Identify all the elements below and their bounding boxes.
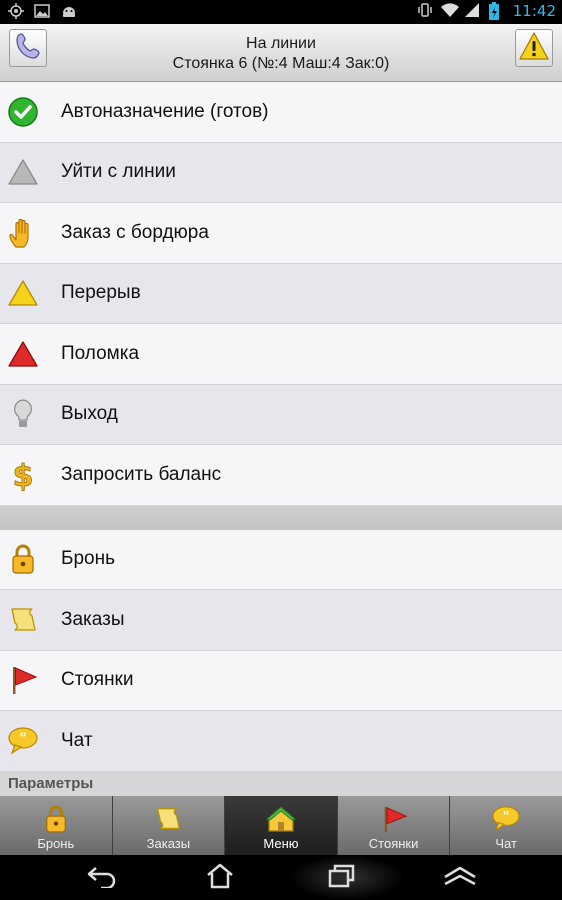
menu-item-label: Перерыв bbox=[61, 282, 141, 304]
menu-item-label: Автоназначение (готов) bbox=[61, 100, 269, 122]
gray-triangle-icon bbox=[6, 155, 40, 189]
tab-chat[interactable]: " Чат bbox=[450, 796, 562, 855]
home-icon bbox=[265, 804, 296, 834]
bottom-tab-bar: Бронь Заказы Меню Стоянки " Чат bbox=[0, 796, 562, 855]
menu-item-label: Заказ с бордюра bbox=[61, 221, 209, 243]
vibrate-icon bbox=[417, 2, 435, 20]
yellow-triangle-icon bbox=[6, 276, 40, 310]
menu-icon bbox=[443, 865, 477, 891]
tab-reservation[interactable]: Бронь bbox=[0, 796, 113, 855]
menu-item-leave-line[interactable]: Уйти с линии bbox=[0, 142, 562, 203]
image-icon bbox=[34, 3, 52, 21]
location-icon bbox=[8, 3, 26, 21]
android-icon bbox=[60, 3, 78, 21]
menu-item-reservation[interactable]: Бронь bbox=[0, 529, 562, 590]
menu-item-auto-assign[interactable]: Автоназначение (готов) bbox=[0, 82, 562, 143]
svg-text:$: $ bbox=[13, 459, 34, 492]
menu-item-label: Запросить баланс bbox=[61, 463, 222, 485]
checkmark-icon bbox=[6, 95, 40, 129]
menu-button[interactable] bbox=[440, 863, 480, 893]
parking-info: Стоянка 6 (№:4 Маш:4 Зак:0) bbox=[172, 55, 390, 72]
flag-icon bbox=[379, 804, 409, 834]
menu-item-street-order[interactable]: Заказ с бордюра bbox=[0, 203, 562, 264]
back-icon bbox=[86, 864, 118, 892]
system-nav-bar bbox=[0, 855, 562, 900]
tab-label: Бронь bbox=[37, 836, 75, 851]
parameters-header[interactable]: Параметры bbox=[0, 772, 562, 796]
dollar-icon: $ bbox=[6, 458, 40, 492]
tab-parkings[interactable]: Стоянки bbox=[337, 796, 451, 855]
menu-item-chat[interactable]: " Чат bbox=[0, 711, 562, 772]
lock-icon bbox=[6, 542, 40, 576]
flag-icon bbox=[6, 663, 40, 697]
tab-menu[interactable]: Меню bbox=[225, 796, 338, 855]
signal-icon bbox=[464, 2, 483, 20]
parameters-label: Параметры bbox=[8, 775, 94, 792]
clock: 11:42 bbox=[512, 2, 556, 20]
tab-orders[interactable]: Заказы bbox=[112, 796, 226, 855]
home-icon bbox=[204, 863, 236, 893]
phone-icon bbox=[13, 31, 43, 65]
tab-label: Стоянки bbox=[368, 836, 419, 851]
app-header: На линии Стоянка 6 (№:4 Маш:4 Зак:0) bbox=[0, 24, 562, 82]
line-status: На линии bbox=[246, 35, 316, 52]
menu-item-breakdown[interactable]: Поломка bbox=[0, 324, 562, 385]
chat-icon: " bbox=[6, 724, 40, 758]
header-title: На линии Стоянка 6 (№:4 Маш:4 Зак:0) bbox=[60, 34, 502, 74]
battery-icon bbox=[488, 2, 507, 20]
menu-item-exit[interactable]: Выход bbox=[0, 384, 562, 445]
menu-item-label: Выход bbox=[61, 403, 118, 425]
section-divider bbox=[0, 505, 562, 530]
warning-icon bbox=[518, 31, 550, 65]
hand-icon bbox=[6, 216, 40, 250]
menu-item-orders[interactable]: Заказы bbox=[0, 590, 562, 651]
tab-label: Меню bbox=[263, 836, 299, 851]
scroll-icon bbox=[6, 603, 40, 637]
lock-icon bbox=[41, 804, 71, 834]
menu-item-label: Бронь bbox=[61, 548, 115, 570]
tab-label: Заказы bbox=[146, 836, 191, 851]
scroll-icon bbox=[153, 804, 183, 834]
svg-text:": " bbox=[503, 810, 510, 825]
recents-button[interactable] bbox=[322, 863, 362, 893]
home-button[interactable] bbox=[200, 863, 240, 893]
menu-item-request-balance[interactable]: $ Запросить баланс bbox=[0, 445, 562, 506]
back-button[interactable] bbox=[82, 863, 122, 893]
svg-text:": " bbox=[19, 731, 26, 747]
menu-item-label: Заказы bbox=[61, 608, 125, 630]
status-bar: 11:42 bbox=[0, 0, 562, 24]
recents-icon bbox=[327, 863, 357, 893]
menu-item-label: Стоянки bbox=[61, 669, 134, 691]
menu-list: Автоназначение (готов) Уйти с линии Зака… bbox=[0, 82, 562, 772]
tab-label: Чат bbox=[495, 836, 517, 851]
lightbulb-icon bbox=[6, 397, 40, 431]
menu-item-label: Поломка bbox=[61, 342, 140, 364]
menu-item-parkings[interactable]: Стоянки bbox=[0, 650, 562, 711]
menu-item-label: Уйти с линии bbox=[61, 161, 176, 183]
chat-icon: " bbox=[491, 804, 521, 834]
menu-item-label: Чат bbox=[61, 729, 93, 751]
wifi-icon bbox=[440, 2, 459, 20]
menu-item-break[interactable]: Перерыв bbox=[0, 263, 562, 324]
phone-button[interactable] bbox=[9, 29, 47, 67]
red-triangle-icon bbox=[6, 337, 40, 371]
warning-button[interactable] bbox=[515, 29, 553, 67]
